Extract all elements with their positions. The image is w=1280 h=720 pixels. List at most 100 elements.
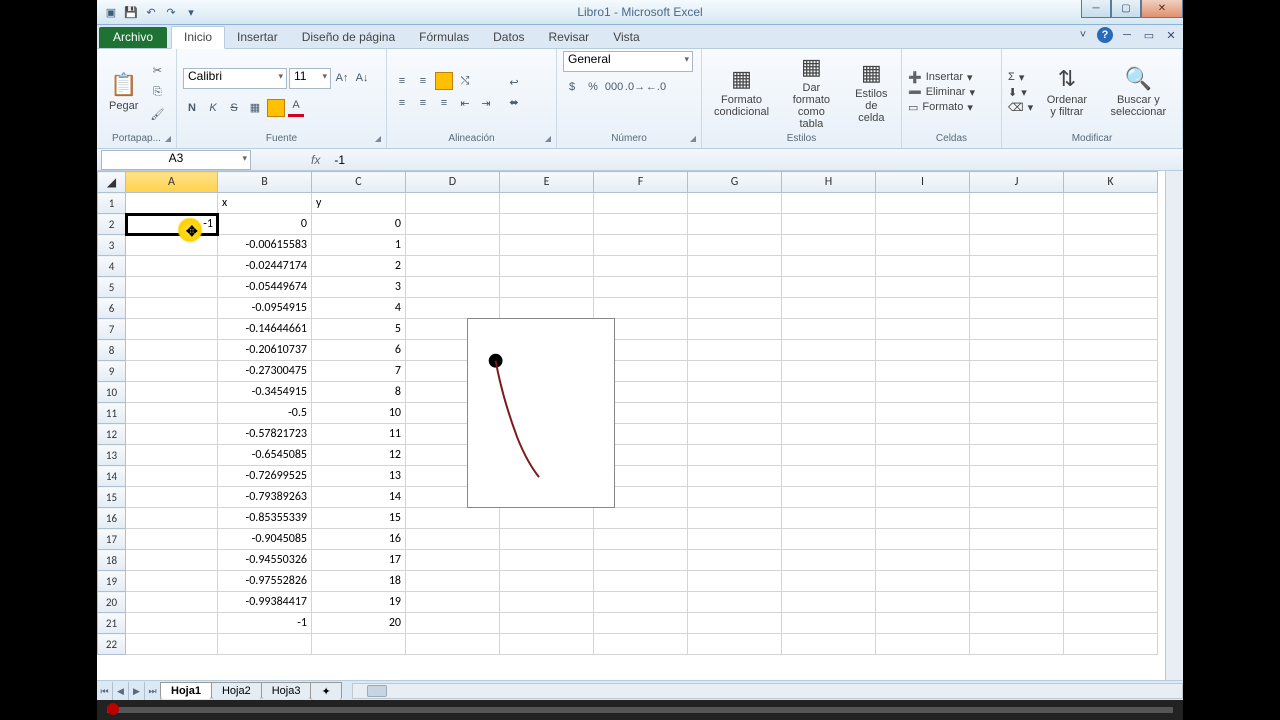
cell-F20[interactable] [594, 592, 688, 613]
cell-A7[interactable] [126, 319, 218, 340]
cell-B5[interactable]: -0.05449674 [218, 277, 312, 298]
cell-A4[interactable] [126, 256, 218, 277]
cell-A9[interactable] [126, 361, 218, 382]
cell-B7[interactable]: -0.14644661 [218, 319, 312, 340]
autosum-button[interactable]: Σ▾ [1008, 71, 1033, 84]
cell-K13[interactable] [1064, 445, 1158, 466]
cell-G4[interactable] [688, 256, 782, 277]
cell-H2[interactable] [782, 214, 876, 235]
row-header-3[interactable]: 3 [98, 235, 126, 256]
dec-decimal-icon[interactable]: ←.0 [647, 78, 665, 96]
col-header-J[interactable]: J [970, 172, 1064, 193]
col-header-G[interactable]: G [688, 172, 782, 193]
cell-A3[interactable] [126, 235, 218, 256]
cell-A8[interactable] [126, 340, 218, 361]
cell-F19[interactable] [594, 571, 688, 592]
doc-minimize-icon[interactable]: ─ [1119, 27, 1135, 43]
cell-K1[interactable] [1064, 193, 1158, 214]
cell-J9[interactable] [970, 361, 1064, 382]
cell-A12[interactable] [126, 424, 218, 445]
cell-A15[interactable] [126, 487, 218, 508]
cell-J6[interactable] [970, 298, 1064, 319]
cell-K15[interactable] [1064, 487, 1158, 508]
col-header-I[interactable]: I [876, 172, 970, 193]
cell-I5[interactable] [876, 277, 970, 298]
cell-I19[interactable] [876, 571, 970, 592]
row-header-15[interactable]: 15 [98, 487, 126, 508]
shrink-font-icon[interactable]: A↓ [353, 69, 371, 87]
cell-G11[interactable] [688, 403, 782, 424]
align-right-icon[interactable]: ≡ [435, 94, 453, 112]
cell-I8[interactable] [876, 340, 970, 361]
align-middle-icon[interactable]: ≡ [414, 72, 432, 90]
bold-button[interactable]: N [183, 99, 201, 117]
cell-A10[interactable] [126, 382, 218, 403]
cell-F3[interactable] [594, 235, 688, 256]
cell-J3[interactable] [970, 235, 1064, 256]
cell-I4[interactable] [876, 256, 970, 277]
cell-H15[interactable] [782, 487, 876, 508]
font-size-select[interactable]: 11 [289, 68, 331, 89]
paste-button[interactable]: 📋 Pegar [103, 70, 144, 114]
cell-J2[interactable] [970, 214, 1064, 235]
cell-C3[interactable]: 1 [312, 235, 406, 256]
cell-E20[interactable] [500, 592, 594, 613]
insert-cells-button[interactable]: ➕Insertar▾ [908, 71, 975, 84]
comma-icon[interactable]: 000 [605, 78, 623, 96]
cell-H6[interactable] [782, 298, 876, 319]
cell-E22[interactable] [500, 634, 594, 655]
cell-D4[interactable] [406, 256, 500, 277]
sheet-tab-2[interactable]: Hoja2 [211, 682, 262, 699]
cell-J8[interactable] [970, 340, 1064, 361]
cell-K11[interactable] [1064, 403, 1158, 424]
cell-C12[interactable]: 11 [312, 424, 406, 445]
cell-B9[interactable]: -0.27300475 [218, 361, 312, 382]
tab-nav-prev-icon[interactable]: ◀ [113, 682, 129, 700]
help-icon[interactable]: ? [1097, 27, 1113, 43]
cell-F16[interactable] [594, 508, 688, 529]
align-top-icon[interactable]: ≡ [393, 72, 411, 90]
align-launcher-icon[interactable]: ◢ [542, 134, 554, 146]
fx-icon[interactable]: fx [311, 153, 320, 167]
cell-H1[interactable] [782, 193, 876, 214]
cell-G9[interactable] [688, 361, 782, 382]
cell-K14[interactable] [1064, 466, 1158, 487]
cell-H21[interactable] [782, 613, 876, 634]
cell-B1[interactable]: x [218, 193, 312, 214]
cell-H5[interactable] [782, 277, 876, 298]
cell-K4[interactable] [1064, 256, 1158, 277]
cell-D17[interactable] [406, 529, 500, 550]
cell-G1[interactable] [688, 193, 782, 214]
cell-I13[interactable] [876, 445, 970, 466]
cell-B3[interactable]: -0.00615583 [218, 235, 312, 256]
format-table-button[interactable]: ▦Dar formato como tabla [779, 52, 844, 132]
cell-E17[interactable] [500, 529, 594, 550]
cell-J15[interactable] [970, 487, 1064, 508]
cell-B13[interactable]: -0.6545085 [218, 445, 312, 466]
cell-C18[interactable]: 17 [312, 550, 406, 571]
cell-B6[interactable]: -0.0954915 [218, 298, 312, 319]
cell-I7[interactable] [876, 319, 970, 340]
cell-C8[interactable]: 6 [312, 340, 406, 361]
indent-dec-icon[interactable]: ⇤ [456, 94, 474, 112]
cell-D19[interactable] [406, 571, 500, 592]
row-header-5[interactable]: 5 [98, 277, 126, 298]
row-header-20[interactable]: 20 [98, 592, 126, 613]
currency-icon[interactable]: $ [563, 78, 581, 96]
tab-home[interactable]: Inicio [171, 26, 225, 49]
cell-F21[interactable] [594, 613, 688, 634]
cell-H4[interactable] [782, 256, 876, 277]
save-icon[interactable]: 💾 [123, 4, 139, 20]
cell-A19[interactable] [126, 571, 218, 592]
cell-E18[interactable] [500, 550, 594, 571]
cut-icon[interactable]: ✂ [148, 61, 166, 79]
cell-E5[interactable] [500, 277, 594, 298]
cell-J12[interactable] [970, 424, 1064, 445]
strike-button[interactable]: S [225, 99, 243, 117]
cell-G8[interactable] [688, 340, 782, 361]
cell-A6[interactable] [126, 298, 218, 319]
merge-icon[interactable]: ⬌ [505, 93, 523, 111]
cell-K3[interactable] [1064, 235, 1158, 256]
cell-G15[interactable] [688, 487, 782, 508]
cell-J1[interactable] [970, 193, 1064, 214]
